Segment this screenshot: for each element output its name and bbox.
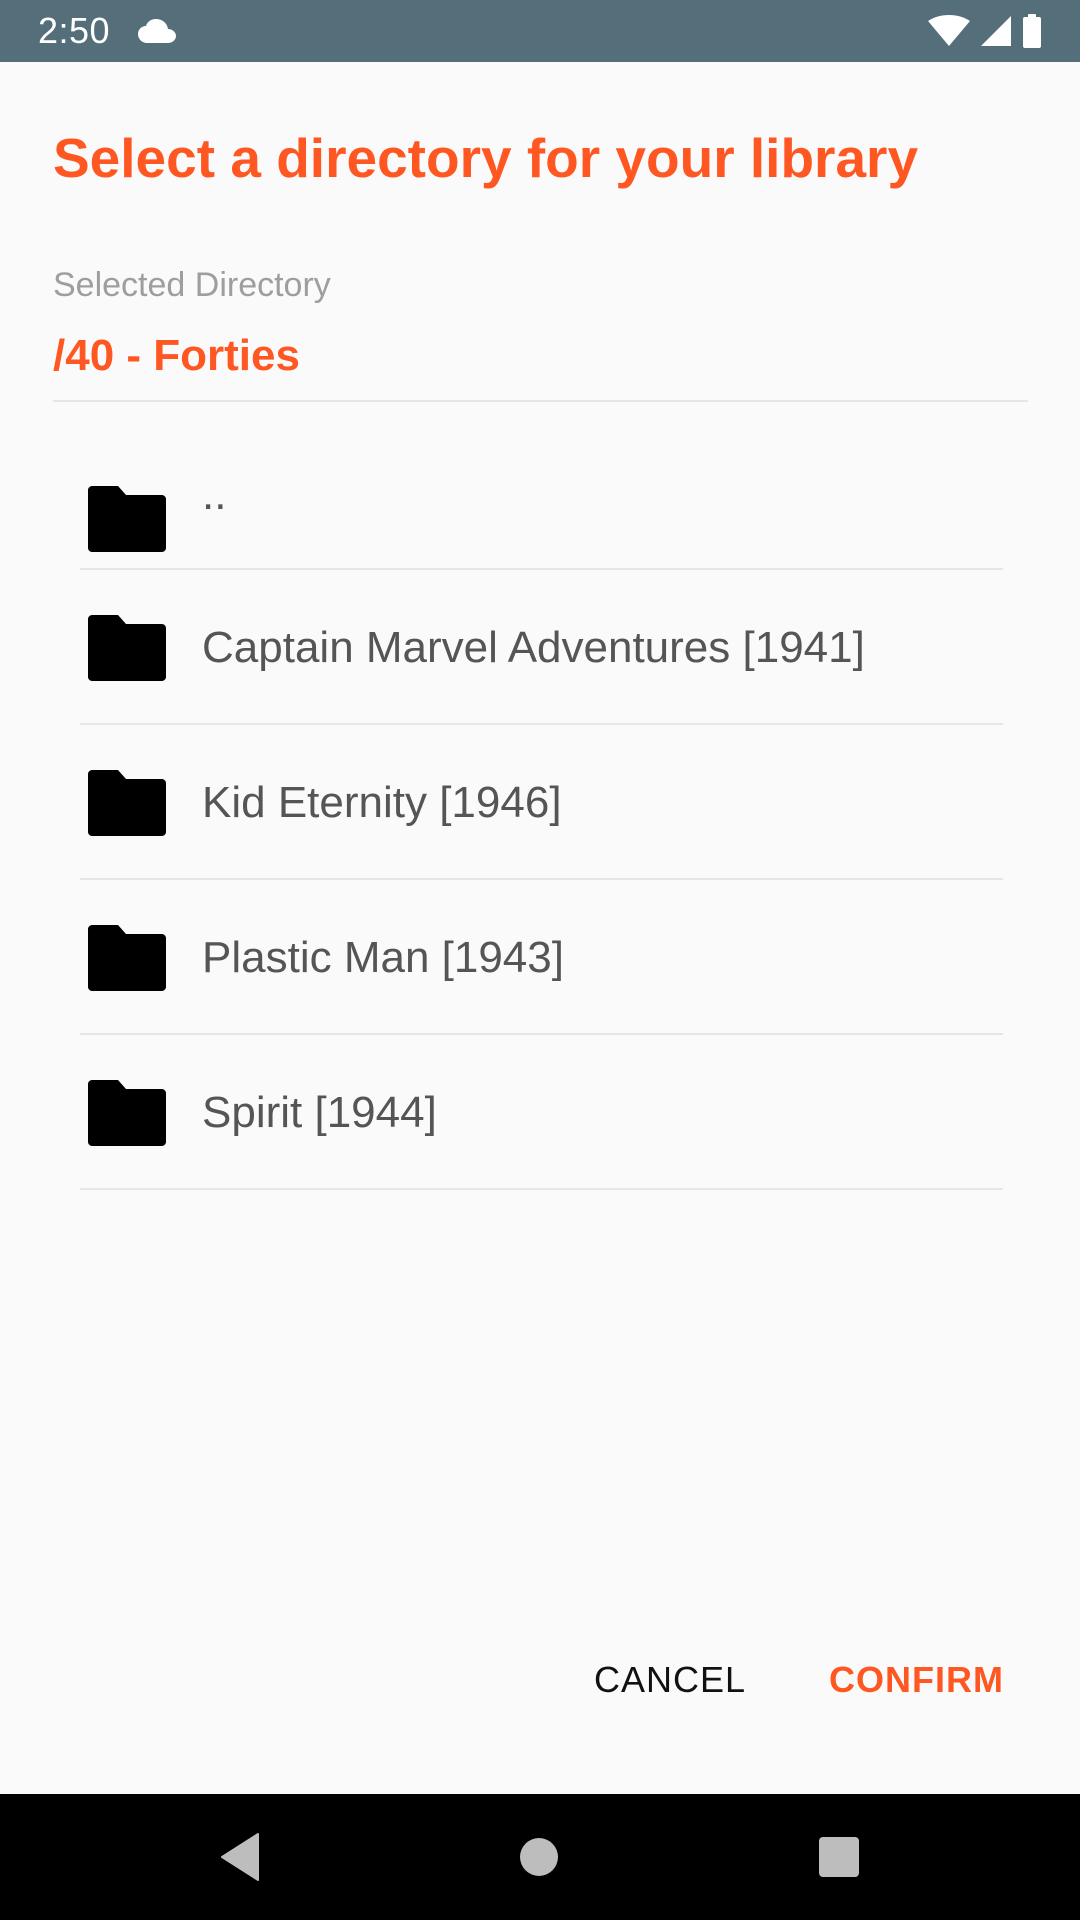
directory-item-parent[interactable]: .. xyxy=(0,403,1080,570)
selected-directory-path: /40 - Forties xyxy=(53,331,300,380)
directory-label: Kid Eternity [1946] xyxy=(202,777,562,827)
cloud-icon xyxy=(138,19,176,43)
selected-directory-label: Selected Directory xyxy=(53,266,331,304)
dialog-title: Select a directory for your library xyxy=(53,127,919,189)
directory-label: Captain Marvel Adventures [1941] xyxy=(202,622,865,672)
directory-list: .. Captain Marvel Adventures [1941] Kid … xyxy=(0,403,1080,1190)
directory-item[interactable]: Captain Marvel Adventures [1941] xyxy=(0,570,1080,725)
back-icon[interactable] xyxy=(216,1830,270,1884)
wifi-icon xyxy=(928,15,970,46)
directory-item[interactable]: Plastic Man [1943] xyxy=(0,880,1080,1035)
directory-item[interactable]: Spirit [1944] xyxy=(0,1035,1080,1190)
folder-icon xyxy=(88,614,166,681)
directory-label: .. xyxy=(202,470,227,519)
battery-icon xyxy=(1023,14,1041,48)
screen: 2:50 Select a directory for your library… xyxy=(0,0,1080,1920)
folder-icon xyxy=(88,924,166,991)
directory-label: Spirit [1944] xyxy=(202,1087,437,1137)
cancel-button[interactable]: CANCEL xyxy=(594,1655,746,1705)
status-icons xyxy=(928,14,1042,48)
divider xyxy=(80,1188,1003,1190)
folder-icon xyxy=(88,486,166,552)
confirm-button[interactable]: CONFIRM xyxy=(829,1655,1004,1705)
status-bar: 2:50 xyxy=(0,0,1080,62)
cell-signal-icon xyxy=(981,16,1011,46)
directory-label: Plastic Man [1943] xyxy=(202,932,564,982)
divider xyxy=(53,400,1028,402)
directory-item[interactable]: Kid Eternity [1946] xyxy=(0,725,1080,880)
folder-icon xyxy=(88,769,166,836)
navigation-bar xyxy=(0,1794,1080,1920)
folder-icon xyxy=(88,1079,166,1146)
status-time: 2:50 xyxy=(38,10,111,51)
home-icon[interactable] xyxy=(512,1830,566,1884)
recents-icon[interactable] xyxy=(812,1830,866,1884)
